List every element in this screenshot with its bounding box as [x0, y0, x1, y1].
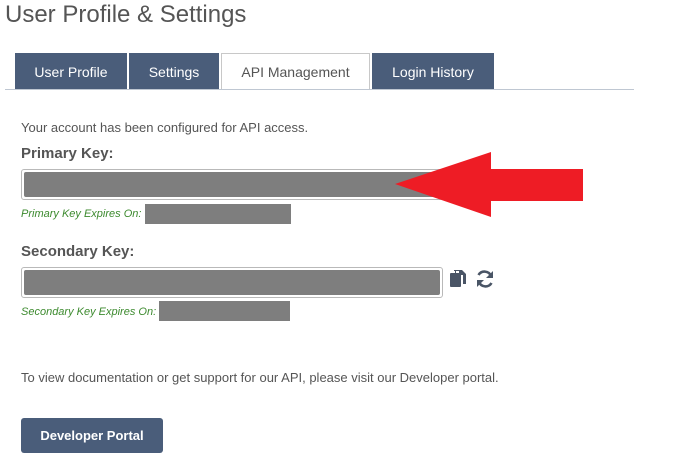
primary-key-value-redacted	[24, 172, 440, 197]
primary-key-label: Primary Key:	[21, 145, 114, 162]
tab-divider	[5, 89, 634, 90]
tab-settings[interactable]: Settings	[129, 53, 219, 89]
secondary-key-expires-value-redacted	[159, 301, 290, 321]
developer-portal-button[interactable]: Developer Portal	[21, 418, 163, 453]
developer-portal-info: To view documentation or get support for…	[21, 370, 499, 385]
primary-key-expires-value-redacted	[145, 204, 291, 224]
secondary-key-value-redacted	[24, 270, 440, 295]
red-arrow-icon	[395, 152, 585, 223]
secondary-key-expires-label: Secondary Key Expires On:	[21, 306, 157, 318]
refresh-icon[interactable]	[474, 268, 494, 290]
tab-api-management[interactable]: API Management	[221, 53, 370, 90]
primary-key-expires-label: Primary Key Expires On:	[21, 208, 142, 220]
primary-key-field[interactable]	[21, 169, 443, 200]
copy-icon[interactable]	[448, 268, 468, 290]
tab-user-profile[interactable]: User Profile	[15, 53, 127, 89]
secondary-key-field[interactable]	[21, 267, 443, 298]
secondary-key-label: Secondary Key:	[21, 243, 135, 260]
api-intro-text: Your account has been configured for API…	[21, 120, 309, 135]
tab-login-history[interactable]: Login History	[372, 53, 494, 89]
page-title: User Profile & Settings	[5, 1, 247, 28]
